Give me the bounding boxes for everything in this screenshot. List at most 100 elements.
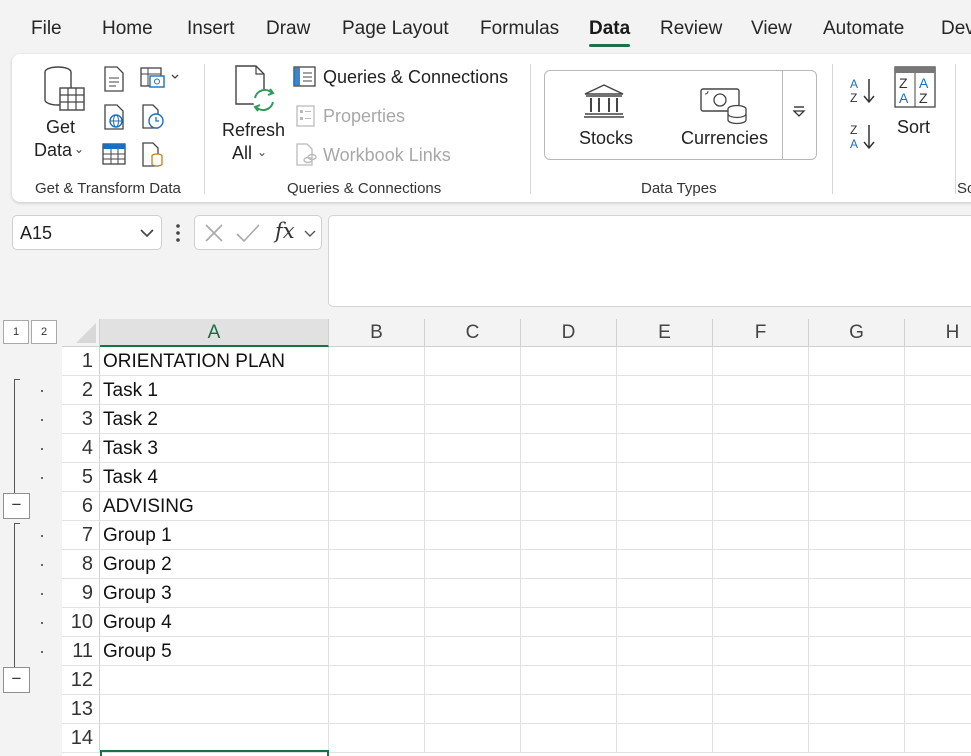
cell[interactable] — [425, 637, 521, 666]
cell[interactable] — [905, 550, 971, 579]
cell[interactable] — [905, 579, 971, 608]
cell-a14[interactable] — [100, 724, 329, 753]
cell[interactable] — [905, 463, 971, 492]
cell[interactable] — [713, 376, 809, 405]
refresh-all-icon[interactable] — [232, 64, 278, 121]
row-header[interactable]: 10 — [62, 608, 100, 637]
insert-function-icon[interactable]: fx — [275, 219, 295, 243]
collapse-group-button[interactable]: − — [3, 493, 30, 519]
cell[interactable] — [329, 347, 425, 376]
cell[interactable] — [713, 695, 809, 724]
cell[interactable] — [905, 666, 971, 695]
cell[interactable] — [425, 579, 521, 608]
queries-connections-button[interactable]: Queries & Connections — [323, 67, 508, 88]
cell[interactable] — [809, 637, 905, 666]
cell[interactable] — [329, 492, 425, 521]
outline-level-2-button[interactable]: 2 — [31, 320, 57, 344]
collapse-group-button[interactable]: − — [3, 667, 30, 693]
cell[interactable] — [425, 405, 521, 434]
cell[interactable] — [809, 724, 905, 753]
column-header[interactable]: C — [425, 319, 521, 347]
cell[interactable] — [329, 579, 425, 608]
cell[interactable] — [713, 550, 809, 579]
cell[interactable] — [521, 521, 617, 550]
spreadsheet-grid[interactable]: A B C D E F G H 1 ORIENTATION PLAN 2 Task 1… — [62, 319, 971, 756]
tab-developer[interactable]: Dev — [941, 18, 971, 40]
cell[interactable] — [905, 724, 971, 753]
from-table-range-icon[interactable] — [102, 142, 126, 171]
cell-a7[interactable]: Group 1 — [100, 521, 329, 550]
cell[interactable] — [905, 637, 971, 666]
cell[interactable] — [521, 434, 617, 463]
cell[interactable] — [521, 376, 617, 405]
column-header[interactable]: G — [809, 319, 905, 347]
cell[interactable] — [617, 550, 713, 579]
cell[interactable] — [329, 666, 425, 695]
row-header[interactable]: 11 — [62, 637, 100, 666]
tab-draw[interactable]: Draw — [266, 18, 310, 40]
cell[interactable] — [905, 695, 971, 724]
row-header[interactable]: 3 — [62, 405, 100, 434]
cell[interactable] — [425, 550, 521, 579]
refresh-all-label-2[interactable]: All — [232, 143, 252, 164]
cell[interactable] — [617, 347, 713, 376]
cell[interactable] — [329, 463, 425, 492]
row-header[interactable]: 8 — [62, 550, 100, 579]
cell[interactable] — [809, 608, 905, 637]
get-data-icon[interactable] — [42, 64, 88, 112]
gallery-more-icon[interactable] — [792, 105, 806, 124]
cell-a11[interactable]: Group 5 — [100, 637, 329, 666]
cell-a9[interactable]: Group 3 — [100, 579, 329, 608]
name-box[interactable]: A15 — [12, 215, 162, 250]
cell[interactable] — [521, 550, 617, 579]
stocks-button[interactable]: Stocks — [579, 128, 633, 149]
cell[interactable] — [521, 695, 617, 724]
row-header[interactable]: 9 — [62, 579, 100, 608]
cell[interactable] — [329, 637, 425, 666]
sort-dialog-icon[interactable]: ZAAZ — [894, 66, 936, 113]
sort-button[interactable]: Sort — [897, 117, 930, 138]
tab-page-layout[interactable]: Page Layout — [342, 18, 449, 40]
cell[interactable] — [905, 405, 971, 434]
cell[interactable] — [809, 550, 905, 579]
cell[interactable] — [809, 521, 905, 550]
cell-a8[interactable]: Group 2 — [100, 550, 329, 579]
cell[interactable] — [521, 579, 617, 608]
column-header[interactable]: H — [905, 319, 971, 347]
cell-a13[interactable] — [100, 695, 329, 724]
queries-connections-icon[interactable] — [293, 66, 317, 93]
column-header[interactable]: B — [329, 319, 425, 347]
cell[interactable] — [425, 434, 521, 463]
cell[interactable] — [521, 405, 617, 434]
cell-a10[interactable]: Group 4 — [100, 608, 329, 637]
formula-input[interactable] — [328, 215, 971, 307]
cell[interactable] — [617, 637, 713, 666]
tab-formulas[interactable]: Formulas — [480, 18, 559, 40]
cancel-icon[interactable] — [203, 223, 225, 248]
column-header[interactable]: E — [617, 319, 713, 347]
cell[interactable] — [809, 666, 905, 695]
chevron-down-icon[interactable] — [303, 227, 317, 245]
cell[interactable] — [809, 579, 905, 608]
cell[interactable] — [713, 666, 809, 695]
row-header[interactable]: 1 — [62, 347, 100, 376]
tab-data[interactable]: Data — [589, 18, 631, 47]
tab-insert[interactable]: Insert — [187, 18, 235, 40]
cell[interactable] — [905, 434, 971, 463]
cell[interactable] — [329, 695, 425, 724]
cell[interactable] — [713, 521, 809, 550]
cell[interactable] — [425, 724, 521, 753]
cell[interactable] — [713, 724, 809, 753]
cell[interactable] — [713, 347, 809, 376]
cell[interactable] — [905, 521, 971, 550]
cell[interactable] — [425, 376, 521, 405]
cell[interactable] — [617, 724, 713, 753]
cell-a3[interactable]: Task 2 — [100, 405, 329, 434]
more-options-icon[interactable] — [172, 222, 184, 249]
cell[interactable] — [425, 608, 521, 637]
cell[interactable] — [905, 376, 971, 405]
workbook-links-button[interactable]: Workbook Links — [323, 145, 451, 166]
cell[interactable] — [617, 463, 713, 492]
row-header[interactable]: 14 — [62, 724, 100, 753]
cell[interactable] — [425, 521, 521, 550]
